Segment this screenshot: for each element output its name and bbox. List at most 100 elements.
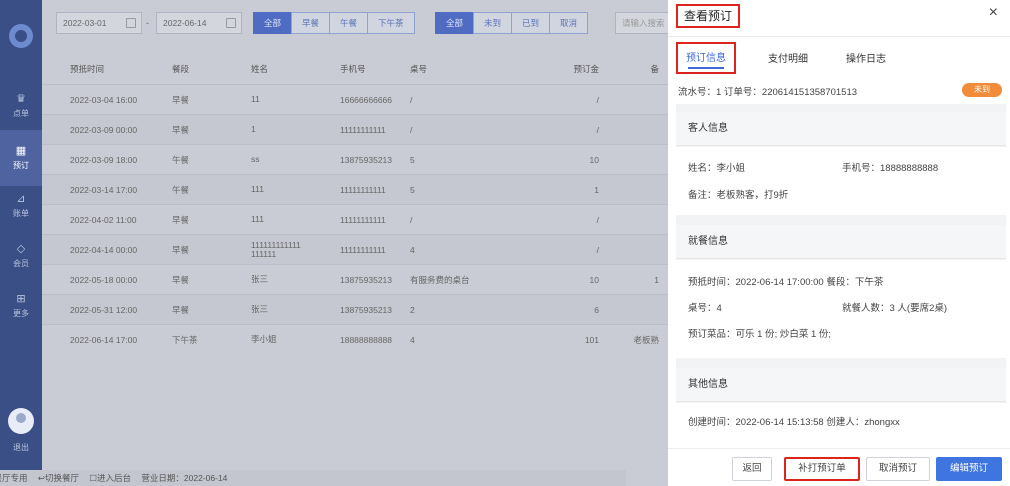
table-row[interactable]: 2022-04-14 00:00 早餐 111111111111 111111 111… [42,234,668,264]
cell-arrival-time: 2022-05-18 00:00 [70,274,138,285]
col-table: 桌号 [410,64,428,74]
dining-info-header: 就餐信息 [676,225,1006,259]
meal-filter-lunch[interactable]: 午餐 [329,12,369,34]
tab-operation-log[interactable]: 操作日志 [846,42,886,74]
ordered-dishes: 预订菜品：可乐 1 份; 炒白菜 1 份; [688,329,832,340]
avatar[interactable] [8,408,34,434]
table-row[interactable]: 2022-03-09 18:00 午餐 ss 13875935213 5 10 [42,144,668,174]
calendar-icon [126,18,136,28]
table-header: 预抵时间 餐段 姓名 手机号 桌号 预订金 备 [42,54,668,84]
logout-button[interactable]: 退出 [0,442,42,453]
cell-meal: 早餐 [172,214,190,225]
sidebar-item-bills[interactable]: ⊿ 账单 [0,178,42,234]
status-footer: 云丹茶餐厅专用 ↩切换餐厅 ☐进入后台 营业日期：2022-06-14 [0,470,626,486]
cell-table: 有服务费的桌台 [410,274,470,285]
crown-icon: ♛ [16,92,26,105]
cell-phone: 13875935213 [340,304,393,315]
cancel-booking-button[interactable]: 取消预订 [866,457,930,481]
cell-arrival-time: 2022-03-09 00:00 [70,124,138,135]
search-input[interactable]: 请输入搜索 [615,12,675,34]
cell-phone: 18888888888 [340,334,393,345]
cell-deposit: / [596,94,599,105]
table-body: 2022-03-04 16:00 早餐 11 16666666666// 2022-03… [42,84,668,354]
sidebar-item-label: 账单 [13,208,29,218]
calendar-icon: ▦ [15,144,27,157]
tab-payment-detail[interactable]: 支付明细 [768,42,808,74]
meal-filter-breakfast[interactable]: 早餐 [291,12,331,34]
cell-table: 5 [410,184,415,195]
cell-table: 4 [410,334,415,345]
cell-name: 李小姐 [251,334,277,344]
col-remark: 备 [650,64,659,74]
switch-restaurant-link[interactable]: ↩切换餐厅 [38,473,79,483]
enter-backend-link[interactable]: ☐进入后台 [89,473,131,483]
guest-phone: 手机号：18888888888 [842,163,939,174]
table-row[interactable]: 2022-03-09 00:00 早餐 1 11111111111// [42,114,668,144]
back-button[interactable]: 返回 [732,457,772,481]
cell-name: 111 [251,184,264,194]
cell-deposit: / [596,244,599,255]
meal-filter-tea[interactable]: 下午茶 [367,12,415,34]
table-row[interactable]: 2022-05-31 12:00 早餐 张三 13875935213 2 6 [42,294,668,324]
col-arrival-time: 预抵时间 [70,64,105,74]
cell-meal: 午餐 [172,184,190,195]
guest-info-header: 客人信息 [676,112,1006,146]
cell-deposit: 6 [594,304,599,315]
tab-underline [688,67,724,69]
table-row[interactable]: 2022-06-14 17:00 下午茶 李小姐 18888888888 4 101 老板熟 [42,324,668,354]
reprint-booking-button[interactable]: 补打预订单 [784,457,860,481]
sidebar-item-more[interactable]: ⊞ 更多 [0,278,42,334]
col-meal: 餐段 [172,64,190,74]
cell-name: 1 [251,124,256,134]
cell-name: 张三 [251,274,269,284]
end-date-value: 2022-06-14 [163,18,207,28]
sidebar-item-label: 点单 [13,108,29,118]
cell-table: 4 [410,244,415,255]
cell-table: 2 [410,304,415,315]
booking-detail-scroll[interactable]: 客人信息 姓名：李小姐 手机号：18888888888 备注：老板熟客，打9折 … [676,104,1006,430]
cell-deposit: 1 [594,184,599,195]
cell-remark: 老板熟 [633,334,659,345]
sidebar-item-member[interactable]: ◇ 会员 [0,228,42,284]
sidebar: ♛ 点单 ▦ 预订 ⊿ 账单 ◇ 会员 ⊞ 更多 退出 [0,0,42,486]
table-row[interactable]: 2022-03-04 16:00 早餐 11 16666666666 / / [42,84,668,114]
start-date-input[interactable]: 2022-03-01 [56,12,142,34]
close-icon[interactable]: × [989,4,998,22]
cell-arrival-time: 2022-06-14 17:00 [70,334,138,345]
guest-info-body: 姓名：李小姐 手机号：18888888888 备注：老板熟客，打9折 [676,147,1006,215]
view-booking-drawer: 查看预订 × 预订信息 支付明细 操作日志 流水号：1 订单号：22061415… [668,0,1010,486]
table-row[interactable]: 2022-04-02 11:00 早餐 111 11111111111// [42,204,668,234]
status-filter-group: 全部 未到 已到 取消 [435,12,589,34]
cell-phone: 13875935213 [340,274,393,285]
tab-label: 预订信息 [686,53,726,64]
sidebar-item-order[interactable]: ♛ 点单 [0,78,42,134]
grid-icon: ⊞ [16,292,26,305]
cell-remark: 1 [654,274,659,285]
cell-arrival-time: 2022-03-09 18:00 [70,154,138,165]
cell-arrival-time: 2022-05-31 12:00 [70,304,138,315]
status-badge: 未到 [962,83,1002,97]
meal-filter-all[interactable]: 全部 [253,12,293,34]
restaurant-name: 云丹茶餐厅专用 [0,473,28,483]
cell-meal: 早餐 [172,274,190,285]
other-info-header: 其他信息 [676,368,1006,402]
cell-phone: 13875935213 [340,154,393,165]
cell-phone: 11111111111 [340,214,386,225]
end-date-input[interactable]: 2022-06-14 [156,12,242,34]
status-filter-arrived[interactable]: 已到 [511,12,551,34]
cell-name: 111111111111 111111 [251,239,301,259]
status-filter-unarrived[interactable]: 未到 [473,12,513,34]
status-filter-cancelled[interactable]: 取消 [549,12,589,34]
edit-booking-button[interactable]: 编辑预订 [936,457,1002,481]
start-date-value: 2022-03-01 [63,18,107,28]
cell-deposit: / [596,124,599,135]
cell-name: 111 [251,214,264,224]
cell-phone: 11111111111 [340,124,386,135]
meal-filter-group: 全部 早餐 午餐 下午茶 [253,12,415,34]
cell-deposit: / [596,214,599,225]
table-row[interactable]: 2022-05-18 00:00 早餐 张三 13875935213 有服务费的桌台 10… [42,264,668,294]
status-filter-all[interactable]: 全部 [435,12,475,34]
table-row[interactable]: 2022-03-14 17:00 午餐 111 11111111111 5 1 [42,174,668,204]
drawer-title: 查看预订 [676,4,740,28]
tab-booking-info[interactable]: 预订信息 [676,42,736,74]
